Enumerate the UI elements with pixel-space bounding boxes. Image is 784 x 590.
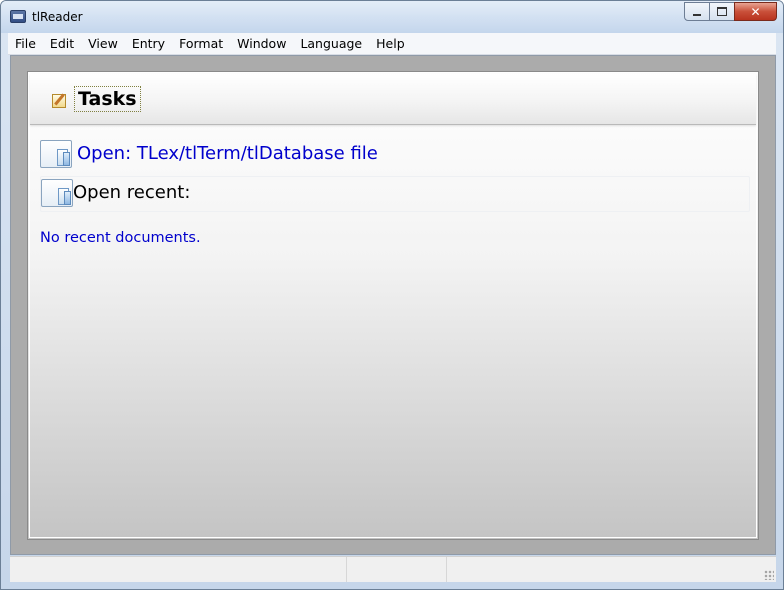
menu-file[interactable]: File xyxy=(8,33,43,54)
open-recent-label: Open recent: xyxy=(73,182,191,203)
status-panel-main xyxy=(10,557,347,582)
open-file-link[interactable]: Open: TLex/tlTerm/tlDatabase file xyxy=(77,143,378,164)
status-panel-middle xyxy=(347,557,447,582)
close-button[interactable]: ✕ xyxy=(734,2,777,21)
open-recent-task[interactable]: Open recent: xyxy=(40,176,750,212)
no-recent-documents-text: No recent documents. xyxy=(40,230,201,246)
menu-view[interactable]: View xyxy=(81,33,125,54)
tasks-header: Tasks xyxy=(30,74,756,125)
status-panel-right xyxy=(447,557,776,582)
edit-note-icon xyxy=(52,94,66,108)
menu-entry[interactable]: Entry xyxy=(125,33,172,54)
mdi-client-area: Tasks Open: TLex/tlTerm/tlDatabase file … xyxy=(10,55,776,555)
menu-language[interactable]: Language xyxy=(293,33,369,54)
menu-help[interactable]: Help xyxy=(369,33,412,54)
minimize-icon xyxy=(693,13,701,16)
menu-format[interactable]: Format xyxy=(172,33,230,54)
app-window: tlReader ✕ File Edit View Entry Format W… xyxy=(0,0,784,590)
recent-document-icon xyxy=(41,179,73,207)
resize-grip-icon[interactable] xyxy=(764,570,774,580)
minimize-button[interactable] xyxy=(684,2,710,21)
tasks-page: Tasks Open: TLex/tlTerm/tlDatabase file … xyxy=(27,71,759,540)
menu-edit[interactable]: Edit xyxy=(43,33,81,54)
menu-bar: File Edit View Entry Format Window Langu… xyxy=(8,33,776,55)
title-bar[interactable]: tlReader ✕ xyxy=(1,1,783,33)
menu-window[interactable]: Window xyxy=(230,33,293,54)
close-icon: ✕ xyxy=(750,4,761,19)
maximize-icon xyxy=(717,7,727,16)
tasks-title: Tasks xyxy=(74,86,141,112)
window-title: tlReader xyxy=(32,10,83,24)
app-window-icon[interactable] xyxy=(10,10,26,23)
caption-buttons: ✕ xyxy=(684,2,777,21)
open-document-icon[interactable] xyxy=(40,140,72,168)
maximize-button[interactable] xyxy=(709,2,735,21)
status-bar xyxy=(10,556,776,582)
open-file-task[interactable]: Open: TLex/tlTerm/tlDatabase file xyxy=(40,137,750,173)
